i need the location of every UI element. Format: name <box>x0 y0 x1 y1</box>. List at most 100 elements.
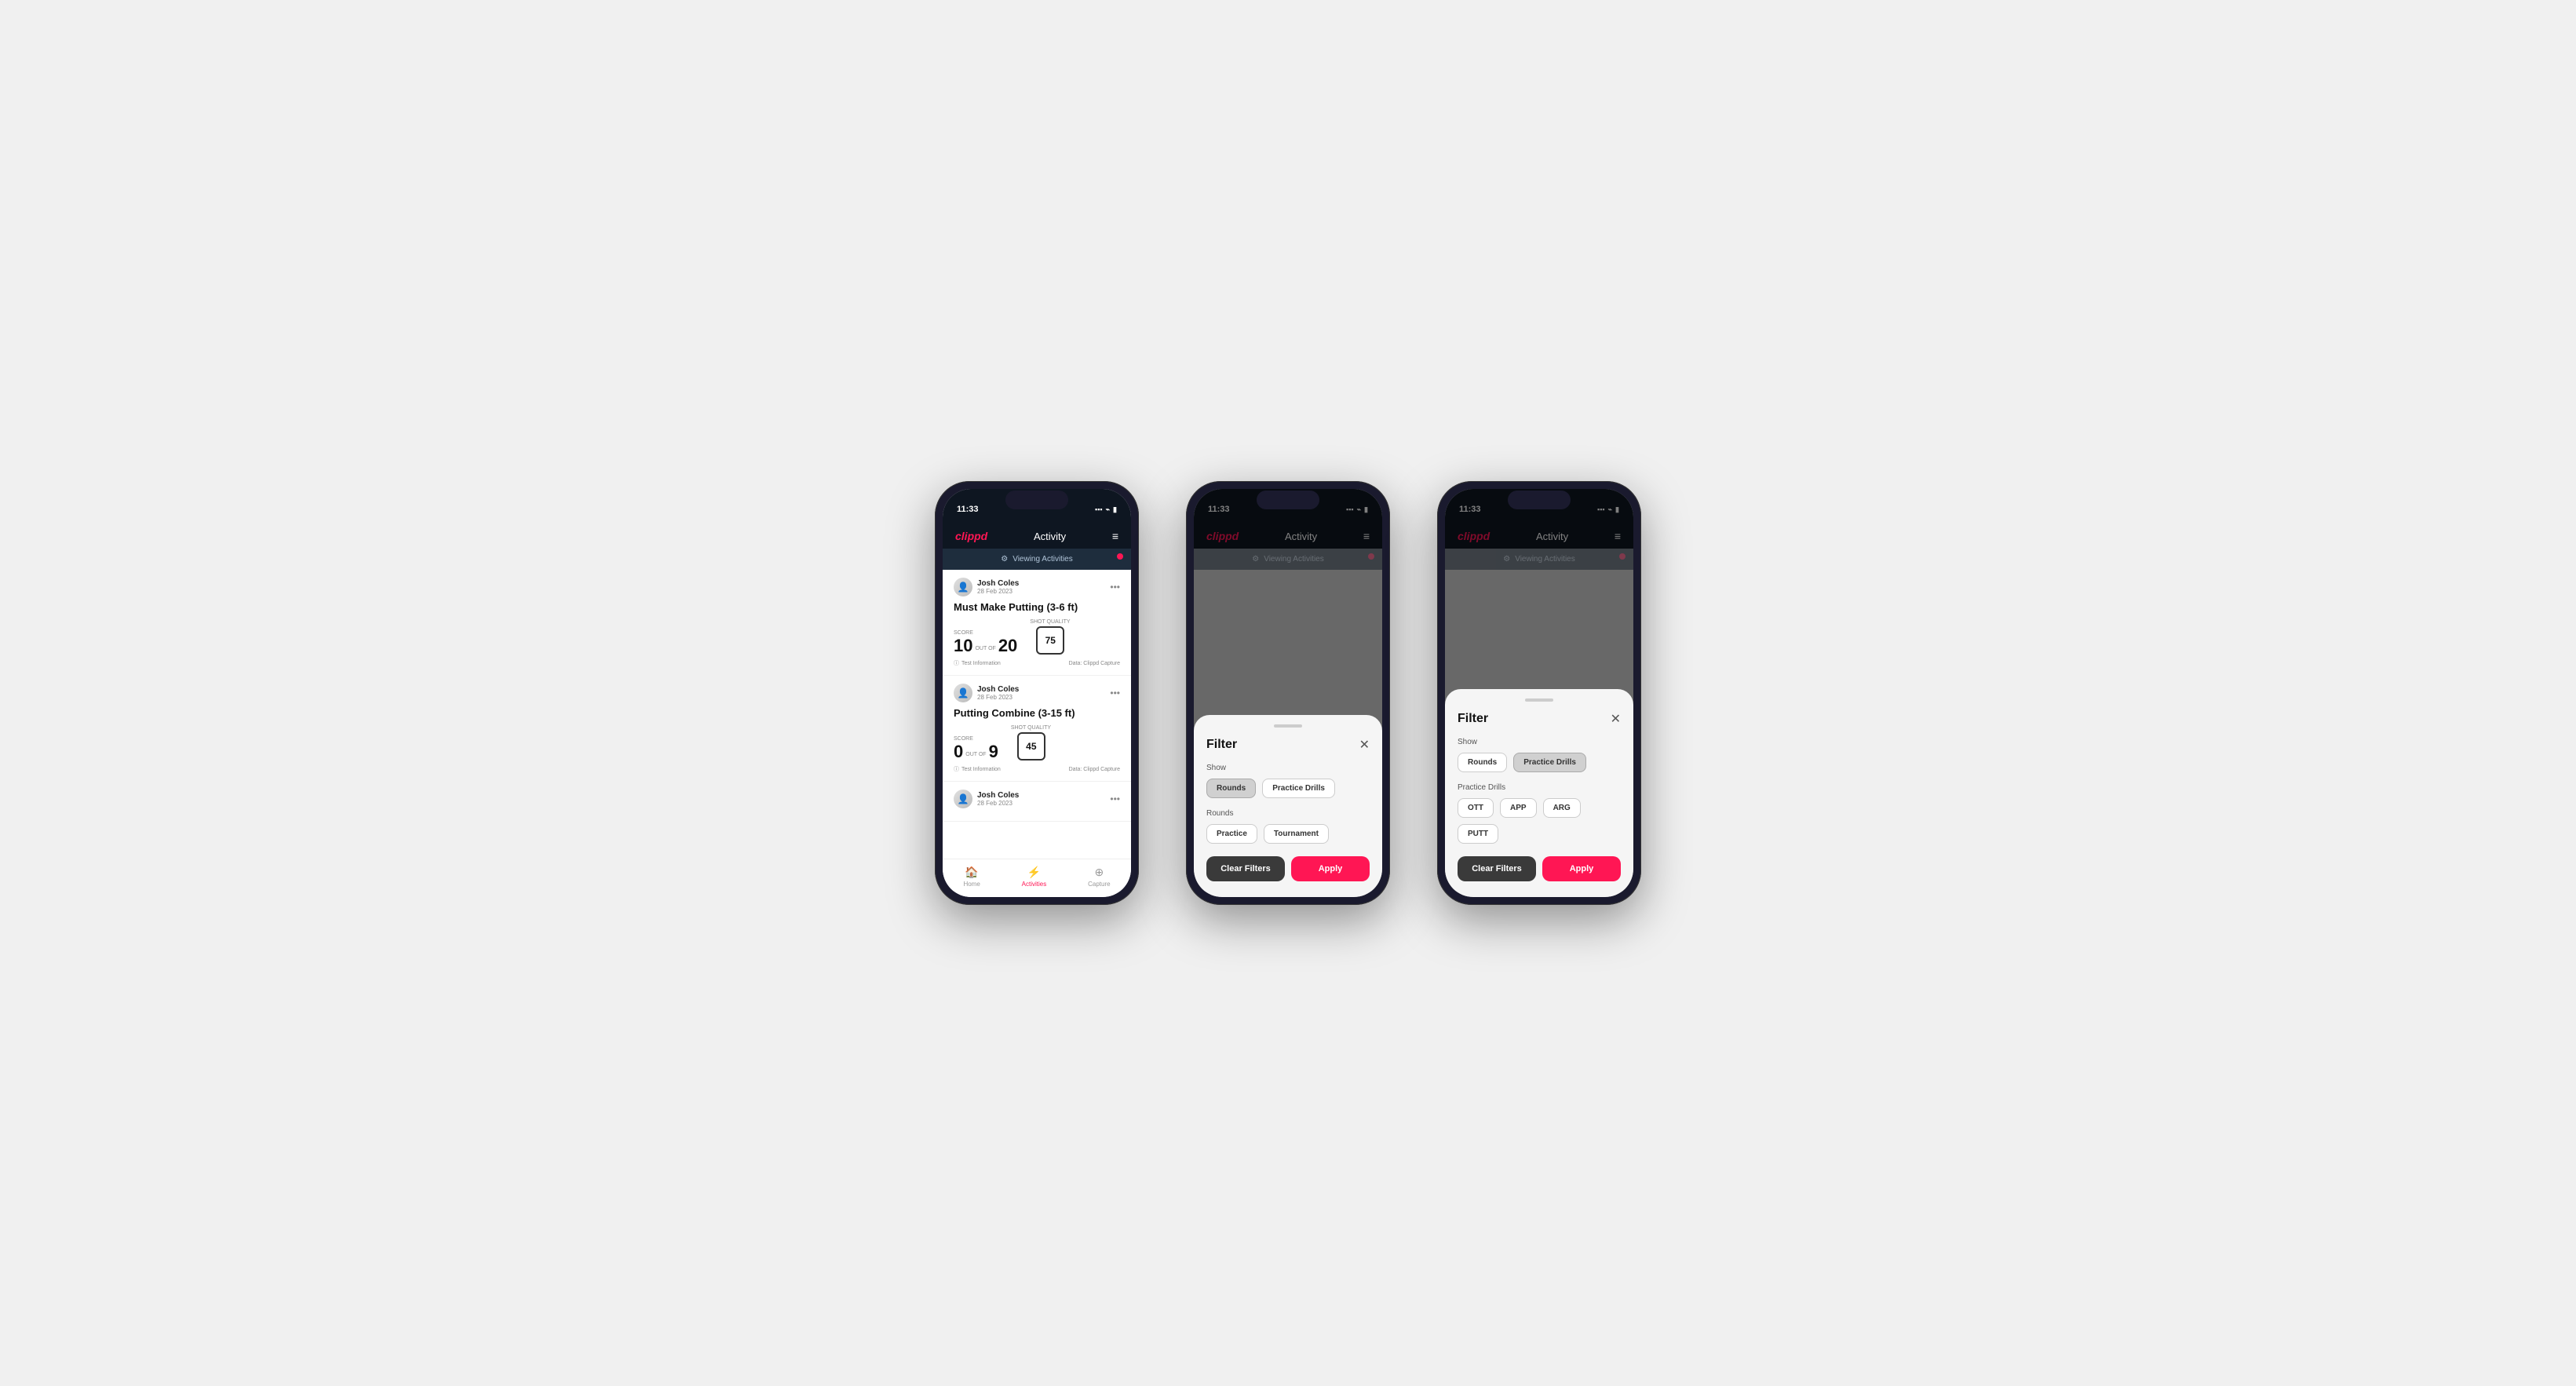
nav-title-1: Activity <box>1034 531 1066 542</box>
pill-arg-3[interactable]: ARG <box>1543 798 1581 818</box>
activities-label-1: Activities <box>1022 881 1047 888</box>
apply-button-3[interactable]: Apply <box>1542 856 1621 881</box>
phone-1-screen: 11:33 ▪▪▪ ⌁ ▮ clippd Activity ≡ ⚙ Viewin… <box>943 489 1131 897</box>
rounds-section-2: Rounds Practice Tournament <box>1206 809 1370 844</box>
score-value-2: 0 <box>954 743 963 760</box>
user-date-1: 28 Feb 2023 <box>977 588 1019 595</box>
sheet-actions-3: Clear Filters Apply <box>1458 856 1621 881</box>
score-group-2: Score 0 OUT OF 9 <box>954 736 998 760</box>
phone-1: 11:33 ▪▪▪ ⌁ ▮ clippd Activity ≡ ⚙ Viewin… <box>935 481 1139 905</box>
outof-text-2: OUT OF <box>965 752 986 757</box>
dynamic-island-3 <box>1508 491 1571 509</box>
card-footer-1: ⓘ Test Information Data: Clippd Capture <box>954 659 1120 667</box>
pill-rounds-2[interactable]: Rounds <box>1206 779 1256 798</box>
activity-card-3: Josh Coles 28 Feb 2023 ••• <box>943 782 1131 822</box>
logo-1: clippd <box>955 530 987 542</box>
nav-home-1[interactable]: 🏠 Home <box>963 866 980 888</box>
card-footer-2: ⓘ Test Information Data: Clippd Capture <box>954 765 1120 773</box>
activities-icon-1: ⚡ <box>1027 866 1041 879</box>
clear-filters-button-3[interactable]: Clear Filters <box>1458 856 1536 881</box>
info-text-2: Test Information <box>961 767 1001 772</box>
rounds-label-2: Rounds <box>1206 809 1370 818</box>
phone-2: 11:33 ▪▪▪ ⌁ ▮ clippd Activity ≡ ⚙ Viewin… <box>1186 481 1390 905</box>
score-label-2: Score <box>954 736 998 742</box>
pill-rounds-3[interactable]: Rounds <box>1458 753 1507 772</box>
more-icon-3[interactable]: ••• <box>1110 793 1120 804</box>
more-icon-1[interactable]: ••• <box>1110 582 1120 593</box>
activity-card-1: Josh Coles 28 Feb 2023 ••• Must Make Put… <box>943 570 1131 676</box>
info-text-1: Test Information <box>961 661 1001 666</box>
nav-capture-1[interactable]: ⊕ Capture <box>1088 866 1110 888</box>
rounds-pills-2: Practice Tournament <box>1206 824 1370 844</box>
user-date-2: 28 Feb 2023 <box>977 694 1019 701</box>
drills-label-3: Practice Drills <box>1458 783 1621 792</box>
capture-label-1: Capture <box>1088 881 1110 888</box>
pill-ott-3[interactable]: OTT <box>1458 798 1494 818</box>
dynamic-island <box>1005 491 1068 509</box>
viewing-banner-1[interactable]: ⚙ Viewing Activities <box>943 549 1131 570</box>
pill-tournament-2[interactable]: Tournament <box>1264 824 1329 844</box>
more-icon-2[interactable]: ••• <box>1110 688 1120 698</box>
phone-3: 11:33 ▪▪▪ ⌁ ▮ clippd Activity ≡ ⚙ Viewin… <box>1437 481 1641 905</box>
user-date-3: 28 Feb 2023 <box>977 800 1019 807</box>
show-pills-3: Rounds Practice Drills <box>1458 753 1621 772</box>
show-label-3: Show <box>1458 738 1621 746</box>
sheet-header-2: Filter ✕ <box>1206 737 1370 753</box>
card-title-2: Putting Combine (3-15 ft) <box>954 707 1120 719</box>
info-icon-1: ⓘ <box>954 659 959 667</box>
avatar-3 <box>954 790 972 808</box>
pill-drills-2[interactable]: Practice Drills <box>1262 779 1335 798</box>
show-section-2: Show Rounds Practice Drills <box>1206 764 1370 798</box>
close-icon-3[interactable]: ✕ <box>1611 711 1621 727</box>
pill-putt-3[interactable]: PUTT <box>1458 824 1498 844</box>
outof-text-1: OUT OF <box>975 646 995 651</box>
user-name-1: Josh Coles <box>977 579 1019 588</box>
sq-group-1: Shot Quality 75 <box>1030 619 1070 655</box>
nav-activities-1[interactable]: ⚡ Activities <box>1022 866 1047 888</box>
capture-icon-1: ⊕ <box>1094 866 1104 879</box>
battery-icon: ▮ <box>1113 505 1117 514</box>
pill-practice-2[interactable]: Practice <box>1206 824 1257 844</box>
shots-value-1: 20 <box>998 637 1017 655</box>
pill-app-3[interactable]: APP <box>1500 798 1537 818</box>
sq-badge-2: 45 <box>1017 732 1045 760</box>
drills-pills-3: OTT APP ARG PUTT <box>1458 798 1621 844</box>
clear-filters-button-2[interactable]: Clear Filters <box>1206 856 1285 881</box>
user-name-3: Josh Coles <box>977 791 1019 800</box>
dynamic-island-2 <box>1257 491 1319 509</box>
card-header-2: Josh Coles 28 Feb 2023 ••• <box>954 684 1120 702</box>
card-title-1: Must Make Putting (3-6 ft) <box>954 601 1120 613</box>
viewing-text-1: Viewing Activities <box>1013 555 1073 564</box>
show-pills-2: Rounds Practice Drills <box>1206 779 1370 798</box>
activity-card-2: Josh Coles 28 Feb 2023 ••• Putting Combi… <box>943 676 1131 782</box>
show-label-2: Show <box>1206 764 1370 772</box>
scene: 11:33 ▪▪▪ ⌁ ▮ clippd Activity ≡ ⚙ Viewin… <box>903 450 1673 936</box>
pill-drills-3[interactable]: Practice Drills <box>1513 753 1586 772</box>
apply-button-2[interactable]: Apply <box>1291 856 1370 881</box>
score-group-1: Score 10 OUT OF 20 <box>954 630 1017 655</box>
stat-outof-1: 10 OUT OF 20 <box>954 637 1017 655</box>
card-info-1: ⓘ Test Information <box>954 659 1001 667</box>
card-header-1: Josh Coles 28 Feb 2023 ••• <box>954 578 1120 596</box>
stat-outof-2: 0 OUT OF 9 <box>954 743 998 760</box>
card-user-2: Josh Coles 28 Feb 2023 <box>954 684 1019 702</box>
sq-label-1: Shot Quality <box>1030 619 1070 625</box>
filter-overlay-2: Filter ✕ Show Rounds Practice Drills Rou… <box>1194 489 1382 897</box>
filter-sheet-3: Filter ✕ Show Rounds Practice Drills Pra… <box>1445 689 1633 897</box>
close-icon-2[interactable]: ✕ <box>1359 737 1370 753</box>
sheet-handle-3 <box>1525 698 1553 702</box>
filter-title-3: Filter <box>1458 712 1488 726</box>
card-user-info-3: Josh Coles 28 Feb 2023 <box>977 791 1019 807</box>
nav-bar-1: clippd Activity ≡ <box>943 523 1131 549</box>
home-icon-1: 🏠 <box>965 866 978 879</box>
filter-title-2: Filter <box>1206 738 1237 752</box>
filter-overlay-3: Filter ✕ Show Rounds Practice Drills Pra… <box>1445 489 1633 897</box>
menu-icon-1[interactable]: ≡ <box>1112 530 1118 542</box>
shots-value-2: 9 <box>989 743 998 760</box>
show-section-3: Show Rounds Practice Drills <box>1458 738 1621 772</box>
card-stats-2: Score 0 OUT OF 9 Shot Quality 45 <box>954 725 1120 760</box>
filter-sheet-2: Filter ✕ Show Rounds Practice Drills Rou… <box>1194 715 1382 897</box>
score-label-1: Score <box>954 630 1017 636</box>
home-label-1: Home <box>963 881 980 888</box>
card-data-1: Data: Clippd Capture <box>1069 661 1120 666</box>
